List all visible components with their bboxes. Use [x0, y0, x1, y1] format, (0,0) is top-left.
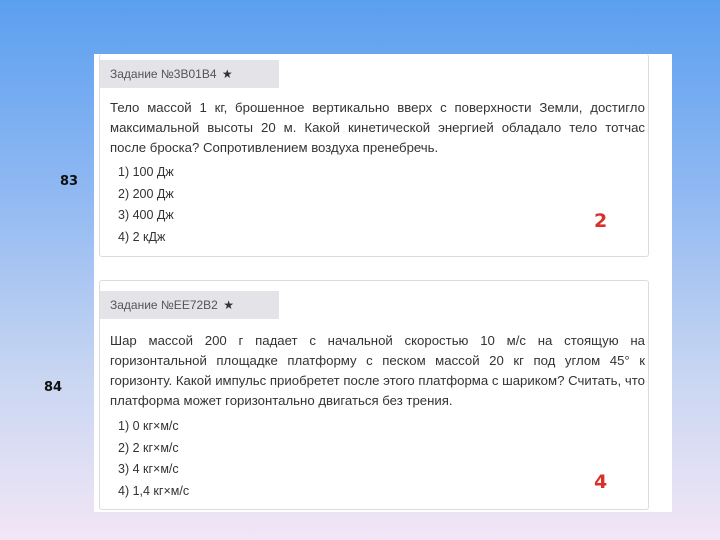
worksheet: Задание №3B01B4 ★ Тело массой 1 кг, брош…: [94, 54, 672, 512]
task-number-84: 84: [44, 380, 63, 395]
task-id-badge: Задание №EE72B2 ★: [100, 291, 279, 319]
option-1: 1) 100 Дж: [118, 165, 174, 179]
answer-options: 1) 0 кг×м/с 2) 2 кг×м/с 3) 4 кг×м/с 4) 1…: [118, 416, 189, 502]
task-id: Задание №EE72B2: [110, 298, 218, 312]
option-2: 2) 2 кг×м/с: [118, 440, 179, 455]
option-4: 4) 2 кДж: [118, 229, 166, 244]
task-id-badge: Задание №3B01B4 ★: [100, 60, 279, 88]
correct-answer: 2: [594, 210, 608, 232]
task-number-83: 83: [60, 174, 79, 189]
option-2: 2) 200 Дж: [118, 186, 174, 201]
star-icon[interactable]: ★: [222, 67, 233, 81]
option-3: 3) 400 Дж: [118, 208, 174, 222]
task-id: Задание №3B01B4: [110, 67, 217, 81]
option-3: 3) 4 кг×м/с: [118, 462, 179, 476]
option-4: 4) 1,4 кг×м/с: [118, 483, 190, 498]
task-card-1: Задание №3B01B4 ★ Тело массой 1 кг, брош…: [99, 54, 649, 257]
question-text: Тело массой 1 кг, брошенное вертикально …: [110, 100, 645, 155]
question-text: Шар массой 200 г падает с начальной скор…: [110, 333, 645, 408]
correct-answer: 4: [594, 471, 608, 493]
answer-options: 1) 100 Дж 2) 200 Дж 3) 400 Дж 4) 2 кДж: [118, 162, 174, 248]
option-1: 1) 0 кг×м/с: [118, 419, 179, 433]
task-card-2: Задание №EE72B2 ★ Шар массой 200 г падае…: [99, 280, 649, 510]
star-icon[interactable]: ★: [223, 298, 234, 312]
